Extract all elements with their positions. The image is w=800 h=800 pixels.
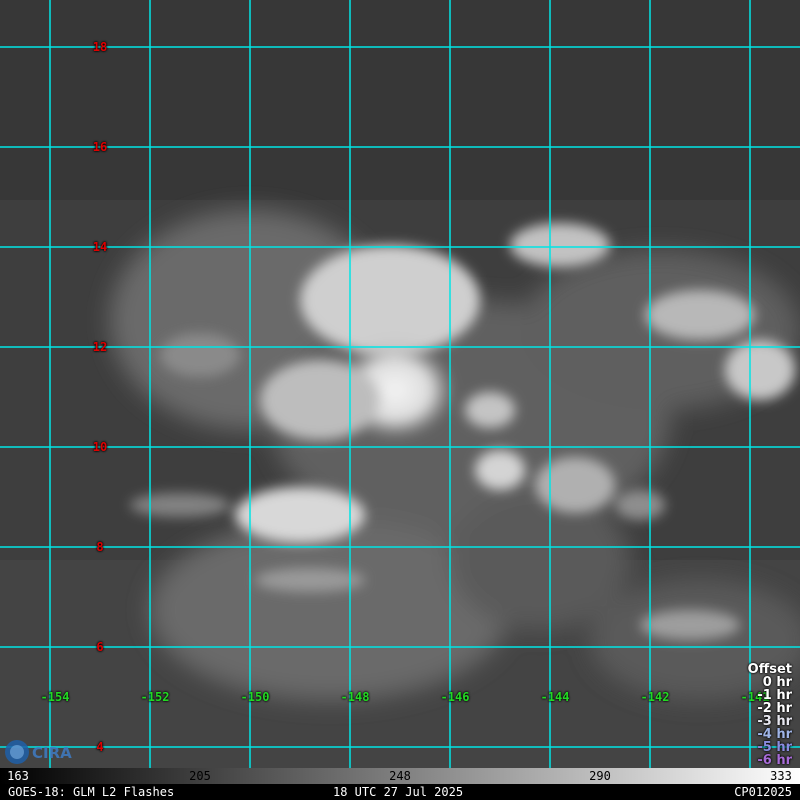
longitude-label: -148 <box>340 690 370 704</box>
satellite-viewer: 18 16 14 12 10 8 6 4 -154 -152 -150 -148 -146 -144 -1… <box>0 0 800 800</box>
datetime-label: 18 UTC 27 Jul 2025 <box>333 785 464 799</box>
longitude-label: -144 <box>540 690 570 704</box>
color-scale-label: 333 <box>770 769 792 783</box>
satellite-product-label: GOES-18: GLM L2 Flashes <box>8 785 175 799</box>
latitude-label: 8 <box>96 540 104 554</box>
offset-legend-entry: -6 hr <box>757 753 792 768</box>
svg-text:CIRA: CIRA <box>32 744 72 762</box>
latitude-label: 16 <box>92 140 108 154</box>
color-scale-label: 205 <box>189 769 211 783</box>
latitude-label: 6 <box>96 640 104 654</box>
longitude-label: -146 <box>440 690 470 704</box>
satellite-imagery <box>0 0 800 768</box>
latitude-label: 4 <box>96 740 104 754</box>
latitude-label: 12 <box>92 340 108 354</box>
color-scale-label: 248 <box>389 769 411 783</box>
longitude-label: -150 <box>240 690 270 704</box>
latitude-label: 10 <box>92 440 108 454</box>
longitude-label: -154 <box>40 690 70 704</box>
storm-id-label: CP012025 <box>734 785 792 799</box>
longitude-label: -142 <box>640 690 670 704</box>
footer-bar: GOES-18: GLM L2 Flashes 18 UTC 27 Jul 20… <box>0 784 800 800</box>
latitude-label: 14 <box>92 240 108 254</box>
latitude-label: 18 <box>92 40 108 54</box>
offset-legend: Offset 0 hr -1 hr -2 hr -3 hr -4 hr -5 hr -6 h… <box>748 663 792 767</box>
longitude-label: -152 <box>140 690 170 704</box>
color-scale-label: 290 <box>589 769 611 783</box>
cira-logo-icon: CIRA <box>5 740 72 764</box>
color-scale-label: 163 <box>7 769 29 783</box>
